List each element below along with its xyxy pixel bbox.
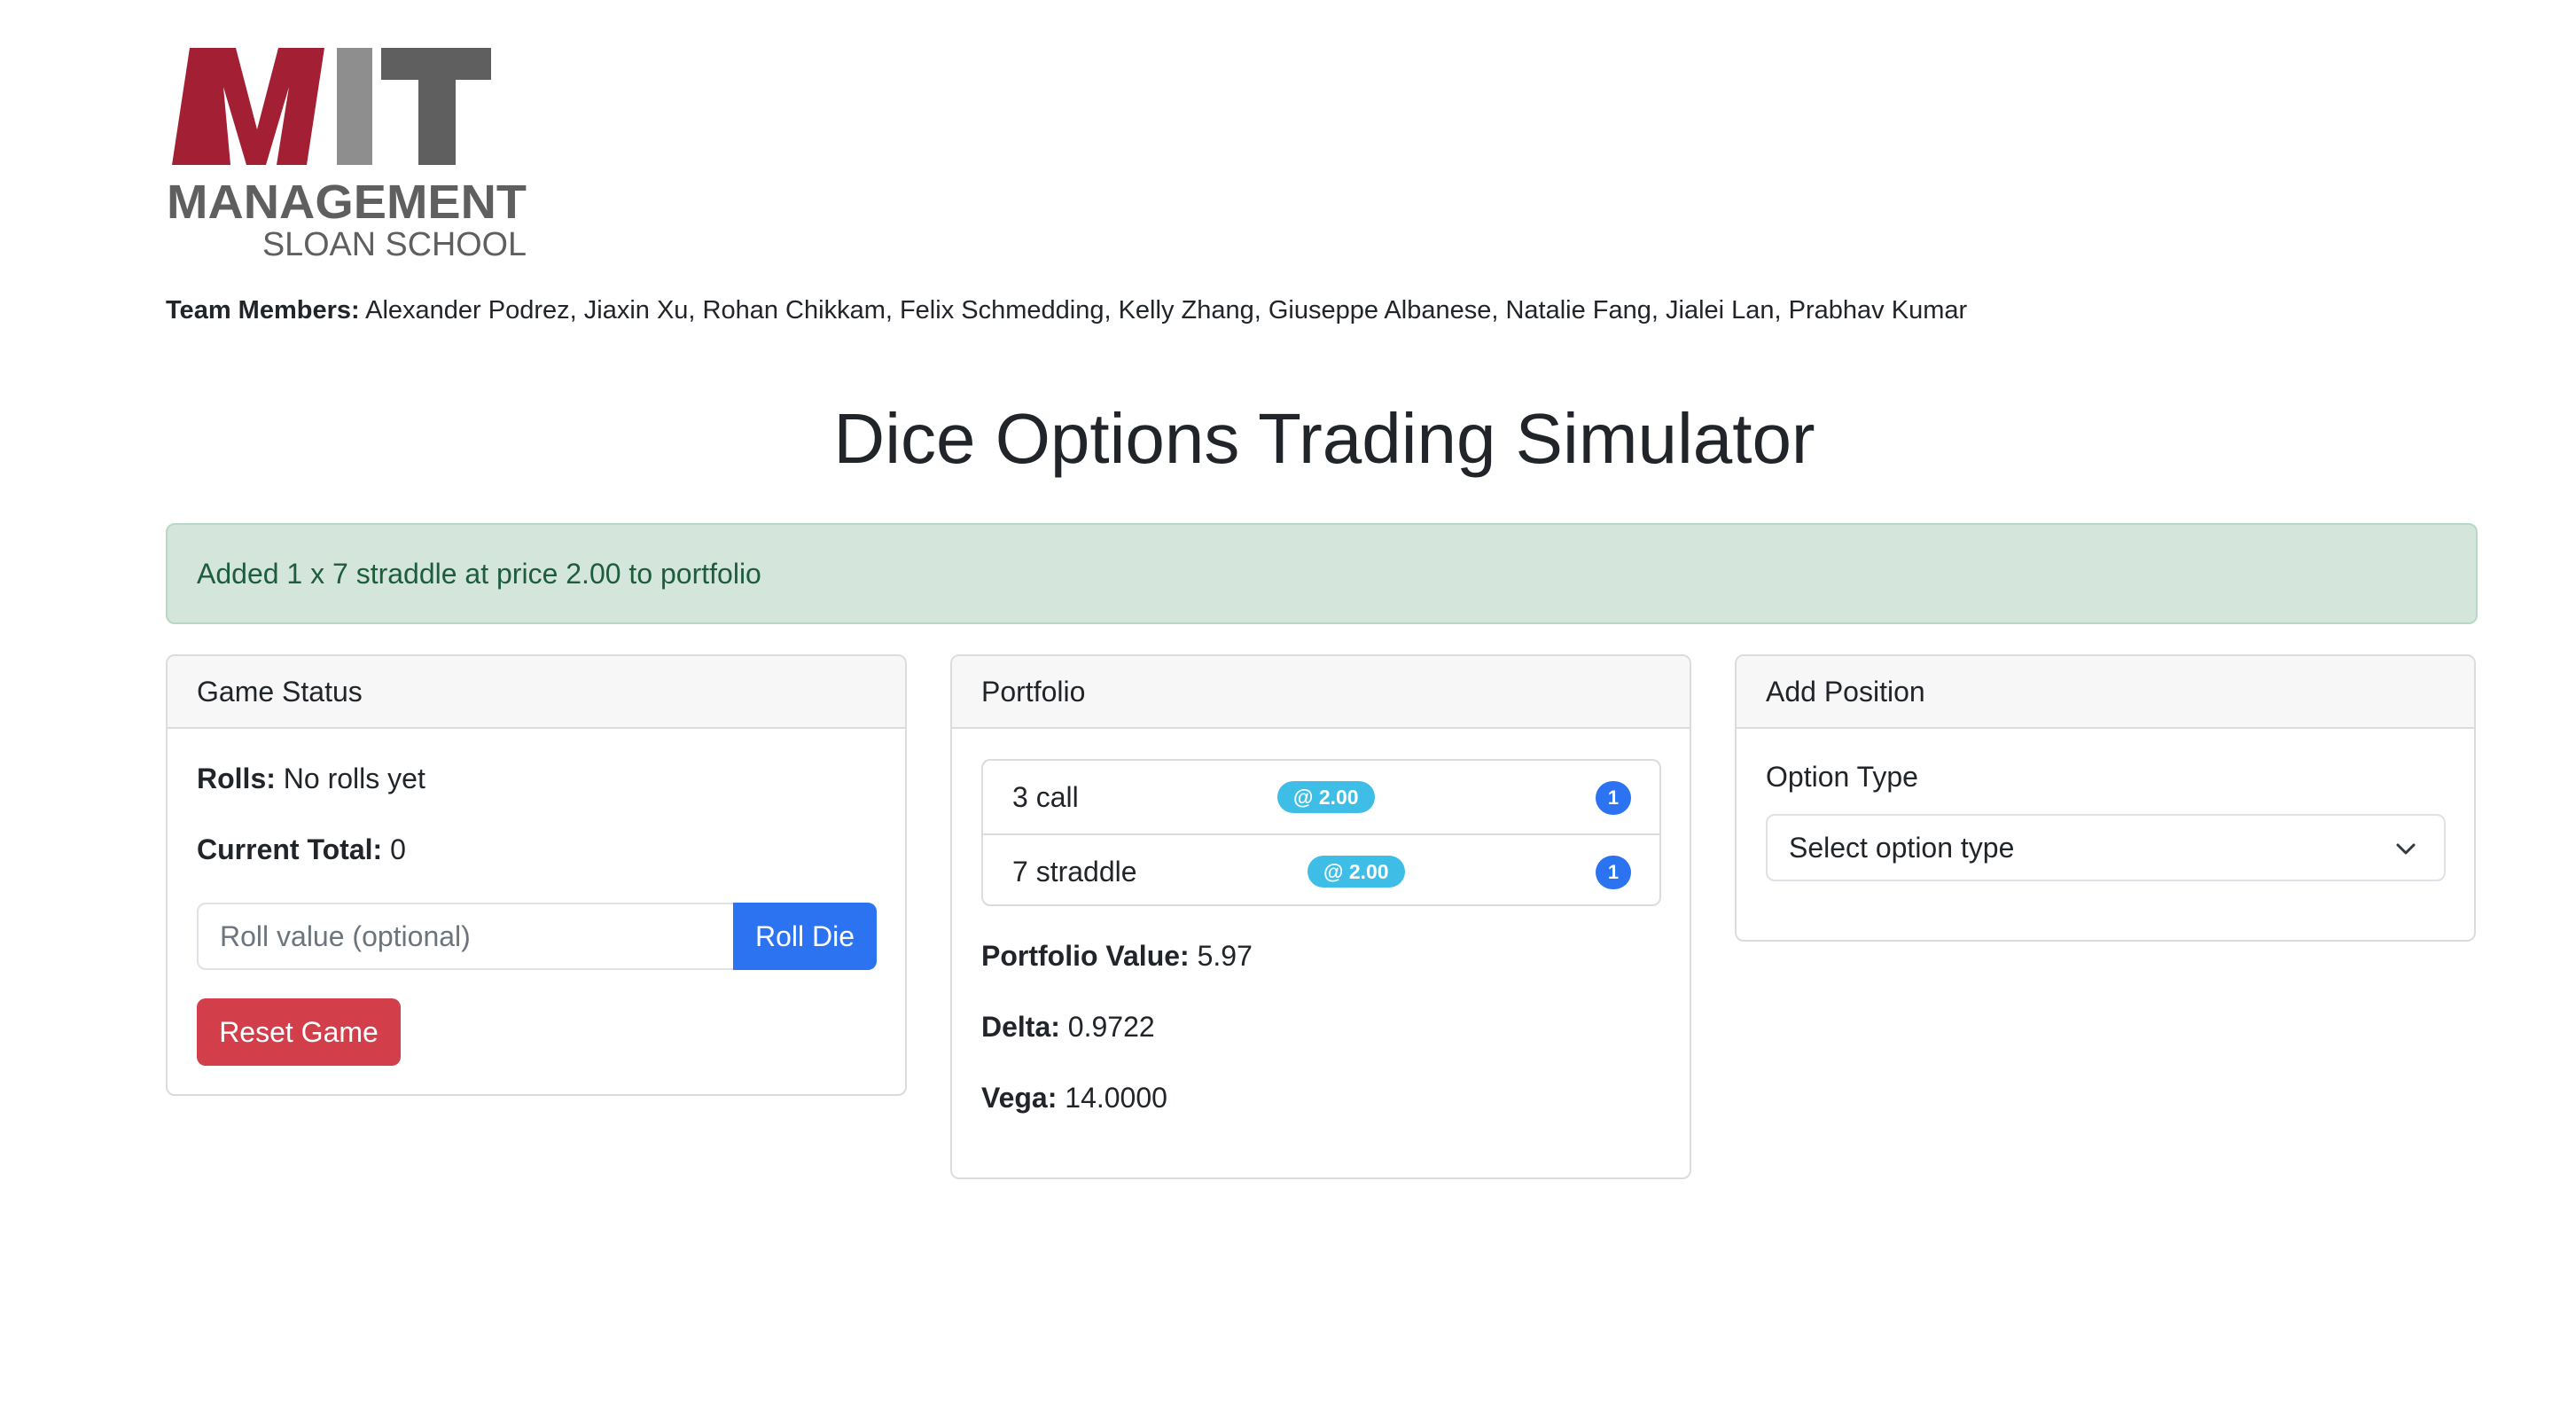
- delta-label: Delta:: [981, 1011, 1060, 1043]
- positions-list: 3 call @ 2.00 1 7 straddle @ 2.00 1: [981, 759, 1661, 906]
- current-total-line: Current Total: 0: [197, 832, 406, 867]
- current-total-value: 0: [382, 833, 406, 865]
- price-badge: @ 2.00: [1277, 781, 1375, 813]
- team-members: Team Members: Alexander Podrez, Jiaxin X…: [166, 293, 1967, 328]
- portfolio-value-line: Portfolio Value: 5.97: [981, 938, 1253, 974]
- option-type-select[interactable]: Select option type: [1766, 814, 2446, 881]
- rolls-line: Rolls: No rolls yet: [197, 761, 425, 796]
- add-position-header: Add Position: [1737, 656, 2474, 729]
- vega-line: Vega: 14.0000: [981, 1080, 1167, 1115]
- list-item: 3 call @ 2.00 1: [983, 761, 1659, 833]
- roll-input-group: Roll Die: [197, 903, 877, 970]
- portfolio-card: Portfolio 3 call @ 2.00 1 7 straddle @ 2…: [950, 654, 1691, 1179]
- position-name: 3 call: [1012, 780, 1079, 813]
- add-position-card: Add Position Option Type Select option t…: [1735, 654, 2476, 942]
- team-label: Team Members:: [166, 296, 360, 325]
- price-badge: @ 2.00: [1308, 856, 1405, 888]
- page: MANAGEMENT SLOAN SCHOOL Team Members: Al…: [0, 0, 2576, 1408]
- rolls-label: Rolls:: [197, 763, 276, 794]
- success-alert: Added 1 x 7 straddle at price 2.00 to po…: [166, 523, 2478, 624]
- page-title: Dice Options Trading Simulator: [833, 399, 1815, 478]
- position-name: 7 straddle: [1012, 855, 1137, 888]
- option-type-label: Option Type: [1766, 761, 1918, 793]
- portfolio-value-label: Portfolio Value:: [981, 940, 1190, 972]
- team-names: Alexander Podrez, Jiaxin Xu, Rohan Chikk…: [359, 296, 1968, 325]
- game-status-card: Game Status Rolls: No rolls yet Current …: [166, 654, 907, 1096]
- reset-game-button[interactable]: Reset Game: [197, 998, 401, 1066]
- quantity-badge: 1: [1596, 856, 1631, 889]
- portfolio-value: 5.97: [1189, 940, 1253, 972]
- quantity-badge: 1: [1596, 781, 1631, 815]
- current-total-label: Current Total:: [197, 833, 383, 865]
- mit-sloan-logo: MANAGEMENT SLOAN SCHOOL: [165, 44, 528, 257]
- logo-line2: SLOAN SCHOOL: [262, 226, 527, 257]
- delta-value: 0.9722: [1059, 1011, 1155, 1043]
- roll-die-button[interactable]: Roll Die: [733, 903, 877, 970]
- logo-line1: MANAGEMENT: [167, 176, 527, 229]
- vega-label: Vega:: [981, 1082, 1058, 1114]
- delta-line: Delta: 0.9722: [981, 1009, 1155, 1044]
- roll-value-input[interactable]: [197, 903, 733, 970]
- chevron-down-icon: [2396, 843, 2416, 855]
- option-type-selected: Select option type: [1789, 831, 2015, 864]
- portfolio-header: Portfolio: [952, 656, 1690, 729]
- game-status-header: Game Status: [168, 656, 905, 729]
- rolls-value: No rolls yet: [275, 763, 425, 794]
- vega-value: 14.0000: [1057, 1082, 1167, 1114]
- list-item: 7 straddle @ 2.00 1: [983, 833, 1659, 906]
